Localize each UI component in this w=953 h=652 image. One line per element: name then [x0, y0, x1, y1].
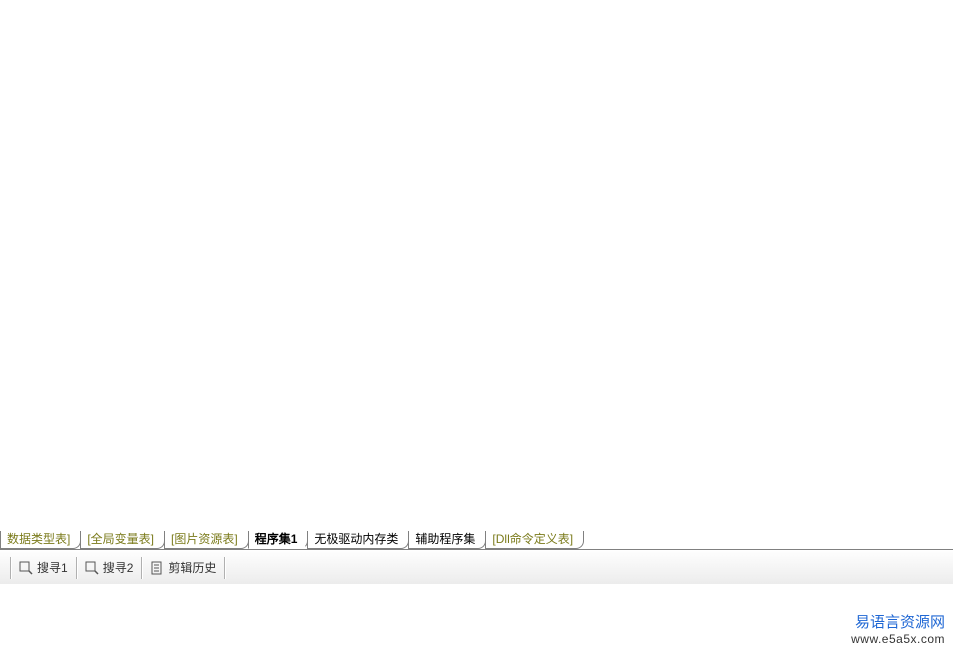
file-tab-strip: 数据类型表] [全局变量表] [图片资源表] 程序集1 无极驱动内存类 辅助程序…	[0, 531, 953, 550]
watermark: 易语言资源网 www.e5a5x.com	[851, 614, 945, 646]
tab-program-set-1[interactable]: 程序集1	[248, 531, 309, 549]
bottom-toolbar: 搜寻1 搜寻2 剪辑历史	[0, 550, 953, 584]
tab-data-type-table[interactable]: 数据类型表]	[0, 531, 81, 549]
search-1-button[interactable]: 搜寻1	[17, 557, 70, 578]
tab-global-var-table[interactable]: [全局变量表]	[80, 531, 165, 549]
watermark-title: 易语言资源网	[851, 614, 945, 632]
tab-assist-program-set[interactable]: 辅助程序集	[408, 531, 486, 549]
blank-area	[0, 584, 953, 652]
toolbar-separator	[224, 557, 225, 579]
tab-image-resource-table[interactable]: [图片资源表]	[164, 531, 249, 549]
search-2-button[interactable]: 搜寻2	[83, 557, 136, 578]
document-icon	[150, 561, 164, 575]
search-icon	[19, 561, 33, 575]
watermark-url: www.e5a5x.com	[851, 632, 945, 646]
search-icon	[85, 561, 99, 575]
editor-area	[0, 0, 953, 531]
search-1-label: 搜寻1	[37, 559, 68, 576]
search-2-label: 搜寻2	[103, 559, 134, 576]
clip-history-button[interactable]: 剪辑历史	[148, 557, 218, 578]
tab-wuji-driver-memory[interactable]: 无极驱动内存类	[307, 531, 409, 549]
toolbar-separator	[10, 557, 11, 579]
toolbar-separator	[76, 557, 77, 579]
clip-history-label: 剪辑历史	[168, 559, 216, 576]
tab-dll-command-table[interactable]: [Dll命令定义表]	[485, 531, 584, 549]
toolbar-separator	[141, 557, 142, 579]
